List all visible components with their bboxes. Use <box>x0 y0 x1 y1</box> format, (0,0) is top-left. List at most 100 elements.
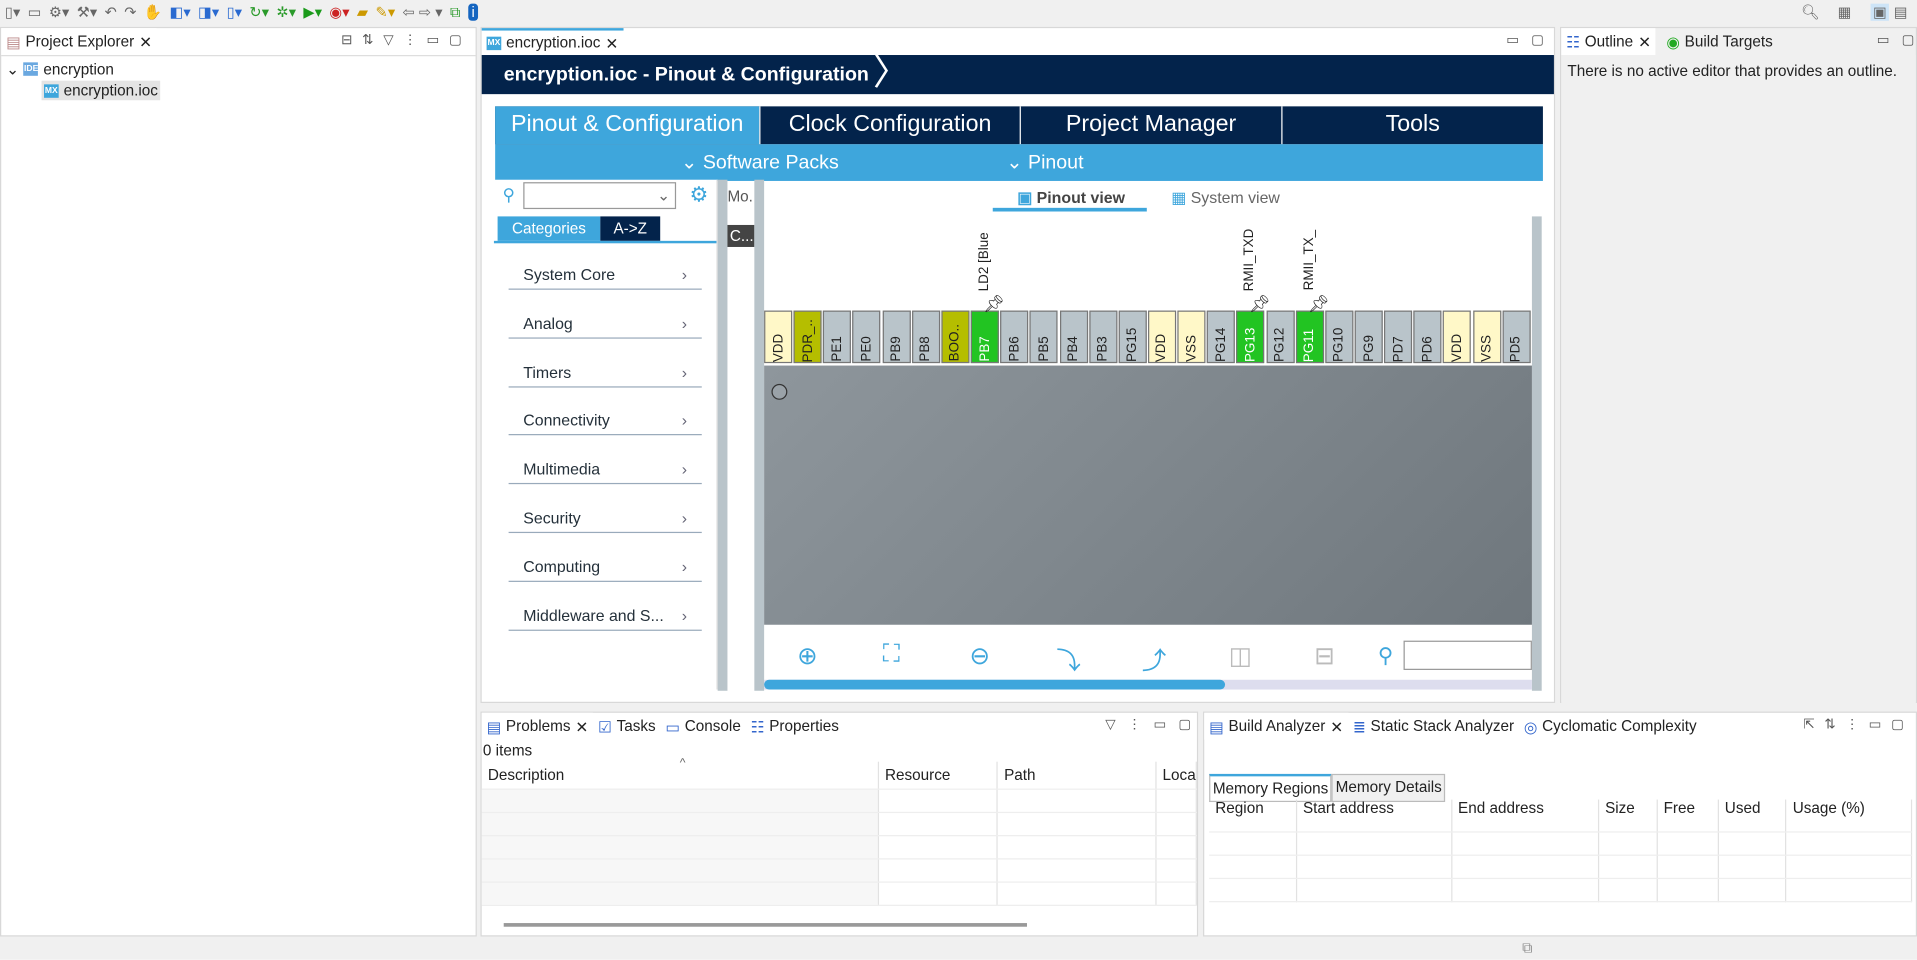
column-location[interactable]: Loca <box>1155 761 1197 790</box>
nav-back-icon[interactable]: ⇦ ⇨ ▾ <box>403 4 443 21</box>
status-bar-icon[interactable]: ⧉ <box>1522 939 1532 957</box>
pin-pdr[interactable]: PDR_.. <box>793 310 822 364</box>
vertical-scrollbar[interactable] <box>1531 216 1542 691</box>
redo-icon[interactable]: ↷ <box>124 4 136 21</box>
category-item[interactable]: Middleware and S... › <box>508 583 702 631</box>
bug-debug-icon[interactable]: ✲▾ <box>276 4 296 21</box>
pin-pg9[interactable]: PG9 <box>1354 310 1383 364</box>
pin-pg12[interactable]: PG12 <box>1266 310 1295 364</box>
close-icon[interactable]: ✕ <box>1638 32 1651 51</box>
run-icon[interactable]: ▶▾ <box>303 4 322 21</box>
run-external-icon[interactable]: ◉▾ <box>329 4 349 21</box>
column-header[interactable]: Used <box>1718 799 1787 832</box>
pin-vdd[interactable]: VDD <box>764 310 793 364</box>
column-resource[interactable]: Resource <box>878 761 998 790</box>
view-controls[interactable]: ⇱⇅⋮▭▢ <box>1803 716 1913 733</box>
pin-pb4[interactable]: PB4 <box>1059 310 1088 364</box>
pin-pg11[interactable]: PG11 <box>1295 310 1324 364</box>
cubemx-perspective-icon[interactable]: ▤ <box>1894 4 1908 21</box>
pin-pe1[interactable]: PE1 <box>823 310 852 364</box>
category-item[interactable]: Timers › <box>508 339 702 388</box>
view-controls[interactable]: ▭▢ <box>1877 32 1917 48</box>
column-header[interactable]: Free <box>1656 799 1719 832</box>
tab-outline[interactable]: ☷ Outline ✕ <box>1561 28 1656 56</box>
perspective-icon[interactable]: ▦ <box>1838 4 1852 21</box>
pin-pg15[interactable]: PG15 <box>1118 310 1147 364</box>
tab-memory-details[interactable]: Memory Details <box>1332 773 1446 803</box>
pin-pd6[interactable]: PD6 <box>1413 310 1442 364</box>
settings-icon[interactable]: ⚙▾ <box>49 4 70 21</box>
tab-project-manager[interactable]: Project Manager <box>1019 106 1282 145</box>
tab-system-view[interactable]: ▦ System view <box>1171 188 1280 208</box>
column-header[interactable]: Region <box>1209 799 1297 832</box>
tree-item-encryption[interactable]: ⌄ IDE encryption <box>6 60 114 79</box>
pin-vdd[interactable]: VDD <box>1147 310 1177 364</box>
debug-icon[interactable]: ✋ <box>144 4 162 21</box>
undo-icon[interactable]: ↶ <box>105 4 117 21</box>
pin-pb3[interactable]: PB3 <box>1088 310 1118 364</box>
rotate-right-icon[interactable]: ⤵ <box>1056 641 1080 676</box>
pin-search-input[interactable] <box>1403 640 1532 670</box>
tab-build-analyzer[interactable]: ▤ Build Analyzer ✕ <box>1204 712 1348 740</box>
pin-pg14[interactable]: PG14 <box>1207 310 1236 364</box>
horizontal-scrollbar[interactable] <box>503 923 1027 927</box>
chevron-down-icon[interactable]: ⌄ <box>657 186 670 204</box>
close-icon[interactable]: ✕ <box>605 34 618 52</box>
column-header[interactable]: Usage (%) <box>1785 799 1913 832</box>
pin-pb6[interactable]: PB6 <box>1000 310 1029 364</box>
gear-icon[interactable]: ⚙ <box>690 183 709 207</box>
tab-build-targets[interactable]: ◉ Build Targets <box>1662 28 1778 55</box>
tab-console[interactable]: ▭ Console <box>661 713 746 740</box>
category-item[interactable]: Connectivity › <box>508 388 702 436</box>
zoom-out-icon[interactable]: ⊖ <box>970 641 990 672</box>
pin-vss[interactable]: VSS <box>1472 310 1501 364</box>
build-hammer-icon[interactable]: ⚒▾ <box>77 4 98 21</box>
tab-pinout-view[interactable]: ▣ Pinout view <box>1017 188 1125 208</box>
mode-label[interactable]: Mo. <box>727 188 752 205</box>
horizontal-scrollbar[interactable] <box>764 679 1532 690</box>
close-icon[interactable]: ✕ <box>1330 717 1343 735</box>
new-file-icon[interactable]: ◨▾ <box>198 4 219 21</box>
editor-view-controls[interactable]: ▭▢ <box>1506 32 1556 48</box>
search-input[interactable]: ⌄ <box>523 182 677 210</box>
pin-pg10[interactable]: PG10 <box>1325 310 1354 364</box>
tab-project-explorer[interactable]: ▤ Project Explorer ✕ <box>1 28 157 56</box>
pencil-icon[interactable]: ✎▾ <box>376 4 396 21</box>
pin-pb7[interactable]: PB7 <box>970 310 999 364</box>
search-icon[interactable]: 🔍︎ <box>1801 4 1820 21</box>
category-item[interactable]: System Core › <box>508 242 702 290</box>
category-item[interactable]: Computing › <box>508 534 702 582</box>
category-item[interactable]: Multimedia › <box>508 437 702 485</box>
new-icon[interactable]: ▯▾ <box>5 4 20 21</box>
flip-vertical-icon[interactable]: ◫ <box>1229 641 1252 672</box>
software-packs-menu[interactable]: ⌄ Software Packs <box>681 150 839 174</box>
zoom-in-icon[interactable]: ⊕ <box>797 641 817 672</box>
pin-vdd[interactable]: VDD <box>1443 310 1472 364</box>
save-icon[interactable]: ▭ <box>28 4 42 21</box>
tab-memory-regions[interactable]: Memory Regions <box>1209 773 1333 803</box>
tab-categories[interactable]: Categories <box>497 216 601 241</box>
pin-vss[interactable]: VSS <box>1177 310 1206 364</box>
open-folder-icon[interactable]: ▰ <box>357 4 368 21</box>
chevron-down-icon[interactable]: ⌄ <box>6 60 19 78</box>
column-header[interactable]: End address <box>1451 799 1599 832</box>
flip-horizontal-icon[interactable]: ⊟ <box>1314 641 1334 672</box>
configuration-label[interactable]: C... <box>727 224 755 247</box>
tab-static-stack-analyzer[interactable]: ≣ Static Stack Analyzer <box>1348 713 1519 740</box>
new-header-icon[interactable]: ▯▾ <box>227 4 242 21</box>
refresh-icon[interactable]: ↻▾ <box>249 4 269 21</box>
column-path[interactable]: Path <box>997 761 1157 790</box>
close-icon[interactable]: ✕ <box>575 717 588 735</box>
perspective-open-icon[interactable]: ⧉ <box>450 3 460 21</box>
pin-pd5[interactable]: PD5 <box>1502 310 1531 364</box>
chip-body[interactable] <box>764 365 1532 625</box>
pinout-menu[interactable]: ⌄ Pinout <box>1006 150 1083 174</box>
tab-problems[interactable]: ▤ Problems ✕ <box>481 712 594 740</box>
search-icon[interactable]: ⚲ <box>1378 644 1393 668</box>
column-header[interactable]: Start address <box>1296 799 1452 832</box>
category-item[interactable]: Analog › <box>508 291 702 339</box>
tab-encryption-ioc[interactable]: MX encryption.ioc ✕ <box>481 28 624 56</box>
info-icon[interactable]: i <box>467 3 479 21</box>
pin-pb5[interactable]: PB5 <box>1029 310 1058 364</box>
tab-pinout-configuration[interactable]: Pinout & Configuration <box>495 106 760 145</box>
